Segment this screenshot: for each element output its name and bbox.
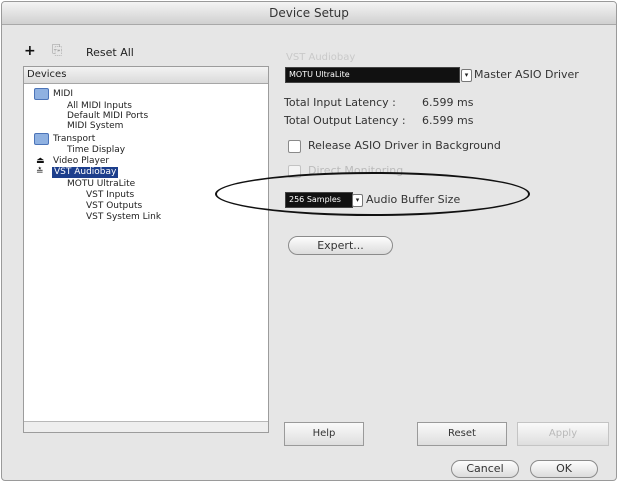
cancel-button[interactable]: Cancel [451,460,519,478]
reset-all-button[interactable]: Reset All [86,46,134,59]
video-icon: ⏏ [36,156,45,166]
tree-item-motu-ultralite[interactable]: MOTU UltraLite [67,179,135,190]
tree-item-vst-system-link[interactable]: VST System Link [86,212,161,223]
tree-item-transport[interactable]: Transport [53,134,95,145]
tree-item-midi[interactable]: MIDI [53,89,73,100]
release-asio-checkbox[interactable] [288,140,301,153]
tree-item-vst-audiobay[interactable]: VST Audiobay [52,167,119,178]
expert-button[interactable]: Expert... [288,236,393,255]
chevron-down-icon[interactable]: ▾ [461,69,472,82]
folder-icon [34,88,49,103]
tree-item-video-player[interactable]: Video Player [53,156,109,167]
input-latency-value: 6.599 ms [422,96,474,109]
output-latency-label: Total Output Latency : [284,114,406,127]
settings-panel: VST Audiobay MOTU UltraLite ▾ Master ASI… [274,52,611,451]
tree-item-midi-system[interactable]: MIDI System [67,121,123,132]
folder-icon [34,133,49,148]
reset-button[interactable]: Reset [417,422,507,446]
devices-header: Devices [24,67,268,84]
panel-header: VST Audiobay [286,52,356,63]
tree-item-vst-outputs[interactable]: VST Outputs [86,201,142,212]
plus-icon[interactable]: + [24,43,36,59]
minus-icon[interactable]: ⎘ [52,43,62,58]
audio-icon: ≛ [36,167,44,177]
annotation-ellipse [215,172,530,216]
horizontal-scrollbar[interactable] [24,421,268,432]
device-setup-window: Device Setup + ⎘ Reset All Devices MIDI … [1,1,617,481]
window-title: Device Setup [2,2,616,25]
release-asio-label: Release ASIO Driver in Background [308,139,501,152]
devices-panel: Devices MIDI All MIDI Inputs Default MID… [23,66,269,433]
tree-item-vst-inputs[interactable]: VST Inputs [86,190,134,201]
input-latency-label: Total Input Latency : [284,96,396,109]
tree-item-time-display[interactable]: Time Display [67,145,125,156]
help-button[interactable]: Help [284,422,364,446]
asio-driver-dropdown[interactable]: MOTU UltraLite [285,67,460,83]
output-latency-value: 6.599 ms [422,114,474,127]
apply-button[interactable]: Apply [517,422,609,446]
master-asio-driver-label: Master ASIO Driver [474,68,579,81]
ok-button[interactable]: OK [530,460,598,478]
